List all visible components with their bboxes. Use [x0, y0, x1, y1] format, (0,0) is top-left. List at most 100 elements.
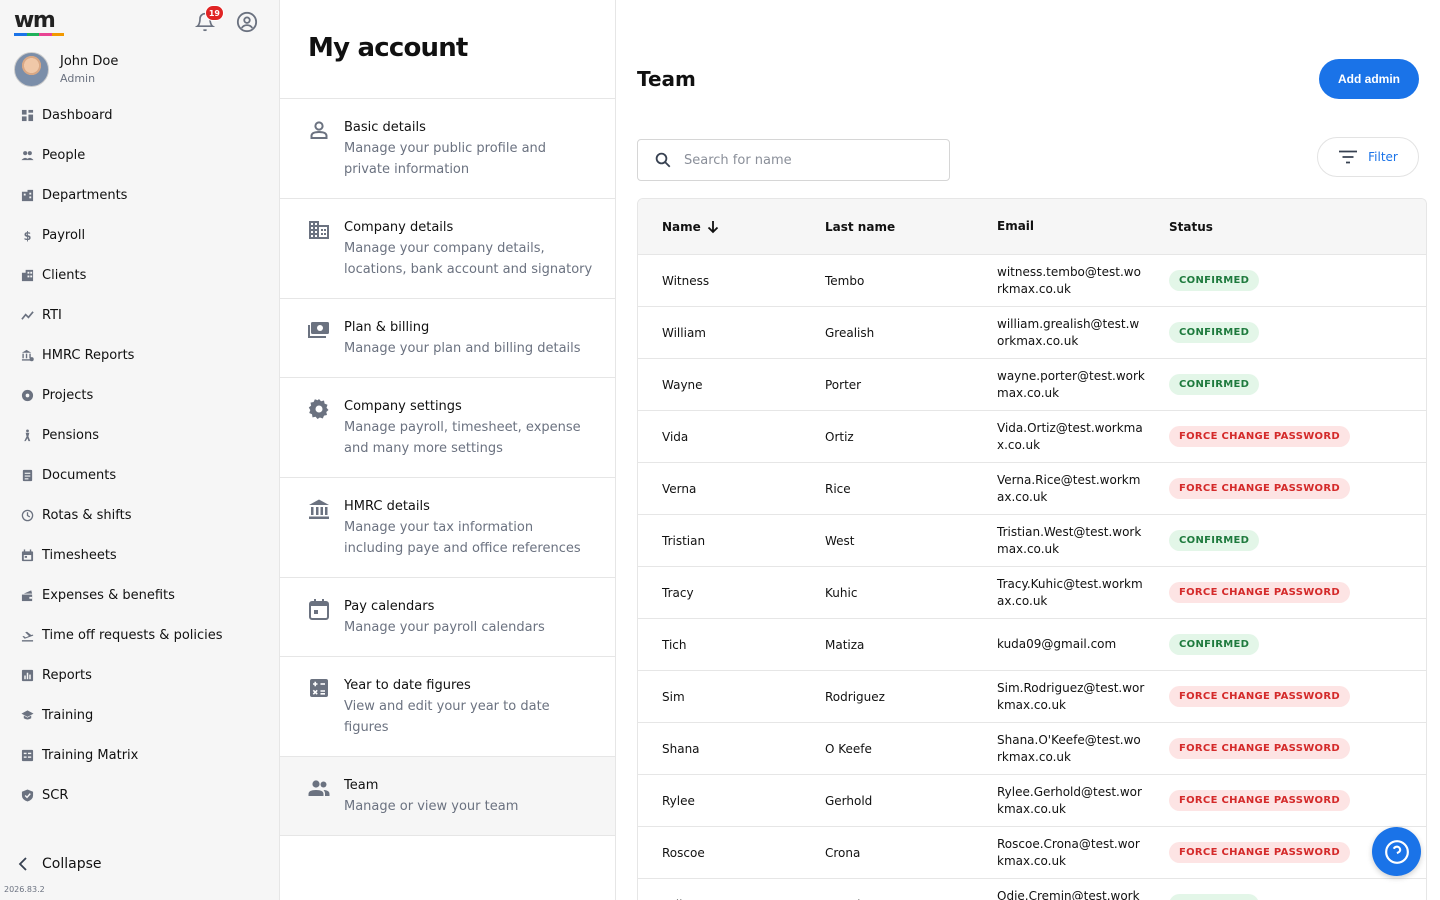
- column-header-name[interactable]: Name: [638, 220, 801, 234]
- sidebar-item-pensions[interactable]: Pensions: [0, 415, 279, 455]
- sidebar-item-label: Rotas & shifts: [42, 507, 132, 523]
- table-row[interactable]: Tristian West Tristian.West@test.workmax…: [638, 515, 1426, 567]
- filter-label: Filter: [1368, 150, 1398, 164]
- account-menu-plan-and-billing[interactable]: Plan & billing Manage your plan and bill…: [280, 299, 615, 378]
- svg-text:$: $: [24, 230, 32, 242]
- status-badge: FORCE CHANGE PASSWORD: [1169, 842, 1350, 863]
- sidebar-item-rotas-and-shifts[interactable]: Rotas & shifts: [0, 495, 279, 535]
- sidebar-item-projects[interactable]: Projects: [0, 375, 279, 415]
- table-row[interactable]: Rylee Gerhold Rylee.Gerhold@test.workmax…: [638, 775, 1426, 827]
- trend-icon: [21, 309, 34, 322]
- people-icon: [21, 149, 34, 162]
- sidebar-item-documents[interactable]: Documents: [0, 455, 279, 495]
- profile-button[interactable]: [235, 10, 259, 34]
- notifications-button[interactable]: 19: [193, 5, 224, 34]
- user-profile[interactable]: John Doe Admin: [14, 52, 118, 87]
- table-row[interactable]: Witness Tembo witness.tembo@test.workmax…: [638, 255, 1426, 307]
- sidebar-item-departments[interactable]: Departments: [0, 175, 279, 215]
- company-icon: [308, 219, 330, 241]
- status-badge: FORCE CHANGE PASSWORD: [1169, 738, 1350, 759]
- menu-item-title: Basic details: [344, 120, 426, 135]
- cell-name: William: [662, 325, 706, 340]
- cell-email: Verna.Rice@test.workmax.co.uk: [997, 472, 1141, 504]
- cell-name: Wayne: [662, 377, 703, 392]
- table-row[interactable]: Tich Matiza kuda09@gmail.com CONFIRMED: [638, 619, 1426, 671]
- table-row[interactable]: Verna Rice Verna.Rice@test.workmax.co.uk…: [638, 463, 1426, 515]
- sidebar-item-people[interactable]: People: [0, 135, 279, 175]
- sidebar-item-reports[interactable]: Reports: [0, 655, 279, 695]
- menu-item-description: Manage your payroll calendars: [344, 620, 545, 635]
- table-row[interactable]: Tracy Kuhic Tracy.Kuhic@test.workmax.co.…: [638, 567, 1426, 619]
- cell-last-name: Ortiz: [825, 429, 854, 444]
- billing-icon: [308, 319, 330, 341]
- collapse-label: Collapse: [42, 856, 102, 872]
- sidebar-item-training-matrix[interactable]: Training Matrix: [0, 735, 279, 775]
- search-input[interactable]: [684, 152, 924, 168]
- help-button[interactable]: [1372, 827, 1421, 876]
- cell-last-name: Porter: [825, 377, 862, 392]
- add-admin-button[interactable]: Add admin: [1319, 59, 1419, 99]
- account-menu-company-settings[interactable]: Company settings Manage payroll, timeshe…: [280, 378, 615, 478]
- status-badge: FORCE CHANGE PASSWORD: [1169, 478, 1350, 499]
- menu-item-title: Pay calendars: [344, 599, 435, 614]
- menu-item-description: View and edit your year to date figures: [344, 699, 550, 735]
- table-body: Witness Tembo witness.tembo@test.workmax…: [638, 255, 1426, 900]
- table-row[interactable]: William Grealish william.grealish@test.w…: [638, 307, 1426, 359]
- logo-text: wm: [14, 8, 56, 33]
- menu-item-description: Manage your public profile and private i…: [344, 141, 547, 177]
- table-row[interactable]: Wayne Porter wayne.porter@test.workmax.c…: [638, 359, 1426, 411]
- account-menu-basic-details[interactable]: Basic details Manage your public profile…: [280, 99, 615, 199]
- calendar-icon: [308, 598, 330, 620]
- menu-item-description: Manage payroll, timesheet, expense and m…: [344, 420, 581, 456]
- cell-last-name: O Keefe: [825, 741, 872, 756]
- table-row[interactable]: Odie Cremin Odie.Cremin@test.workmax.co.…: [638, 879, 1426, 900]
- cell-last-name: West: [825, 533, 855, 548]
- account-menu-year-to-date-figures[interactable]: Year to date figures View and edit your …: [280, 657, 615, 757]
- sidebar-item-clients[interactable]: Clients: [0, 255, 279, 295]
- sidebar-item-hmrc-reports[interactable]: HMRC Reports: [0, 335, 279, 375]
- table-row[interactable]: Sim Rodriguez Sim.Rodriguez@test.workmax…: [638, 671, 1426, 723]
- app-logo[interactable]: wm: [14, 10, 68, 36]
- avatar: [14, 52, 49, 87]
- sidebar-item-label: Clients: [42, 267, 87, 283]
- column-header-status[interactable]: Status: [1145, 220, 1426, 234]
- table-row[interactable]: Vida Ortiz Vida.Ortiz@test.workmax.co.uk…: [638, 411, 1426, 463]
- sidebar-item-expenses-and-benefits[interactable]: Expenses & benefits: [0, 575, 279, 615]
- cell-email: william.grealish@test.workmax.co.uk: [997, 316, 1140, 348]
- cell-last-name: Gerhold: [825, 793, 873, 808]
- sidebar-item-scr[interactable]: SCR: [0, 775, 279, 815]
- cell-last-name: Matiza: [825, 637, 865, 652]
- account-menu-hmrc-details[interactable]: HMRC details Manage your tax information…: [280, 478, 615, 578]
- table-header: Name Last name Email Status: [638, 199, 1426, 255]
- settings-icon: [308, 398, 330, 420]
- sidebar-item-label: Documents: [42, 467, 117, 483]
- cell-email: Tristian.West@test.workmax.co.uk: [997, 524, 1142, 556]
- status-badge: FORCE CHANGE PASSWORD: [1169, 686, 1350, 707]
- person-icon: [308, 119, 330, 141]
- table-row[interactable]: Roscoe Crona Roscoe.Crona@test.workmax.c…: [638, 827, 1426, 879]
- cell-email: Tracy.Kuhic@test.workmax.co.uk: [997, 576, 1143, 608]
- sidebar-item-timesheets[interactable]: Timesheets: [0, 535, 279, 575]
- dollar-icon: $: [21, 229, 34, 242]
- sidebar-item-training[interactable]: Training: [0, 695, 279, 735]
- sidebar-item-rti[interactable]: RTI: [0, 295, 279, 335]
- sidebar-item-payroll[interactable]: $ Payroll: [0, 215, 279, 255]
- column-header-last-name[interactable]: Last name: [801, 220, 973, 234]
- account-menu-team[interactable]: Team Manage or view your team: [280, 757, 615, 836]
- account-menu-pay-calendars[interactable]: Pay calendars Manage your payroll calend…: [280, 578, 615, 657]
- top-icons: 19: [193, 5, 259, 34]
- sidebar-item-time-off-requests-and-policies[interactable]: Time off requests & policies: [0, 615, 279, 655]
- cell-name: Shana: [662, 741, 700, 756]
- table-row[interactable]: Shana O Keefe Shana.O'Keefe@test.workmax…: [638, 723, 1426, 775]
- notification-badge: 19: [204, 5, 224, 21]
- menu-item-title: HMRC details: [344, 499, 430, 514]
- sidebar-item-dashboard[interactable]: Dashboard: [0, 95, 279, 135]
- search-box: [637, 139, 950, 181]
- column-header-email[interactable]: Email: [973, 218, 1145, 235]
- filter-button[interactable]: Filter: [1317, 137, 1419, 177]
- account-menu-company-details[interactable]: Company details Manage your company deta…: [280, 199, 615, 299]
- menu-item-description: Manage or view your team: [344, 799, 519, 814]
- account-menu: Basic details Manage your public profile…: [280, 98, 615, 836]
- cell-email: wayne.porter@test.workmax.co.uk: [997, 368, 1145, 400]
- collapse-button[interactable]: Collapse: [18, 856, 102, 872]
